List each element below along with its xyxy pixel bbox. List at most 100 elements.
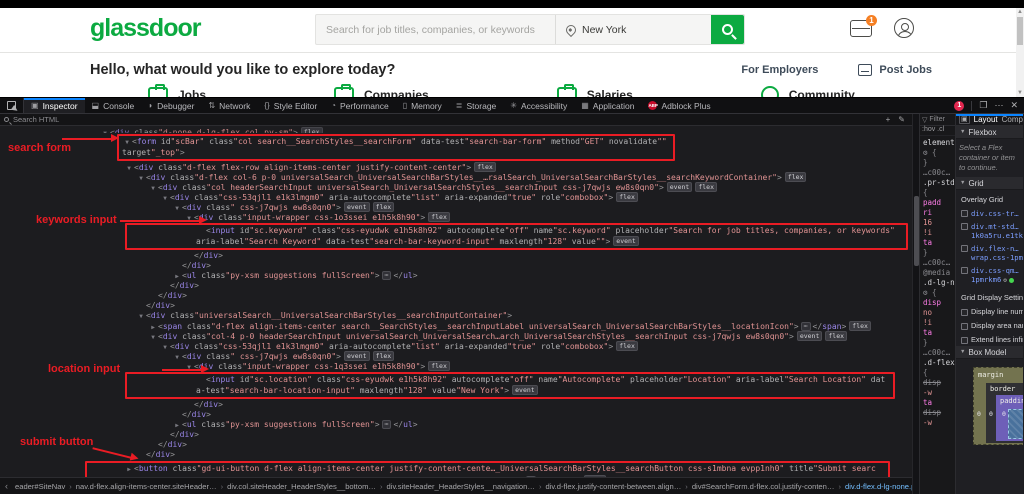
- event-badge[interactable]: event: [667, 182, 693, 192]
- close-tag-row[interactable]: </div>: [0, 261, 912, 271]
- devtools-tab-debugger[interactable]: ◗Debugger: [141, 98, 201, 113]
- element-row[interactable]: ▼<div class"d-none d-lg-flex col py-sm">…: [0, 127, 912, 133]
- close-tag-row[interactable]: </div>: [0, 301, 912, 311]
- grid-option[interactable]: Extend lines infinitely: [956, 332, 1023, 346]
- breadcrumb-item[interactable]: div.d-flex.justify-content-between.align…: [544, 482, 684, 491]
- overlay-grid-item[interactable]: div.flex-n…wrap.css-1pmr…: [956, 242, 1023, 264]
- devtools-tab-accessibility[interactable]: ✳Accessibility: [503, 98, 574, 113]
- close-tag-row[interactable]: </div>: [0, 430, 912, 440]
- flex-badge[interactable]: flex: [785, 172, 807, 182]
- error-count-badge[interactable]: 1: [954, 101, 964, 111]
- breadcrumb-item[interactable]: eader#SiteNav: [13, 482, 67, 491]
- page-scrollbar[interactable]: ▲ ▼: [1016, 8, 1024, 97]
- flex-badge[interactable]: flex: [616, 192, 638, 202]
- element-row[interactable]: ▼<div class"d-flex col-6 p-0 universalSe…: [0, 172, 912, 182]
- element-row[interactable]: ▼<div class"col-4 p-0 headerSearchInput …: [0, 331, 912, 341]
- checkbox[interactable]: [961, 337, 968, 344]
- flex-badge[interactable]: flex: [695, 182, 717, 192]
- devtools-tab-network[interactable]: ⇅Network: [201, 98, 257, 113]
- close-tag-row[interactable]: </div>: [0, 291, 912, 301]
- keyword-search-input[interactable]: Search for job titles, companies, or key…: [316, 15, 555, 44]
- checkbox[interactable]: [961, 245, 968, 252]
- box-model-padding[interactable]: paddin: [996, 395, 1023, 441]
- grid-option[interactable]: Display area names: [956, 318, 1023, 332]
- devtools-tab-console[interactable]: ⬓Console: [85, 98, 142, 113]
- breadcrumb-item[interactable]: div.d-flex.d-lg-none.pr-std: [843, 482, 912, 491]
- grid-color-swatch[interactable]: [1009, 278, 1014, 283]
- overlay-grid-item[interactable]: div.css-tr…: [956, 207, 1023, 220]
- grid-section-header[interactable]: ▼ Grid: [956, 177, 1023, 190]
- element-row[interactable]: ▶<span class"d-flex align-items-center s…: [0, 321, 912, 331]
- rules-filter-bar[interactable]: ▽ Filter: [920, 114, 955, 126]
- breadcrumb-item[interactable]: div#SearchForm.d-flex.col.justify-conten…: [690, 482, 837, 491]
- element-row[interactable]: ▼<div class"css-53qjl1 e1k3lmgm0" aria-a…: [0, 192, 912, 202]
- tab-computed[interactable]: Computed: [1002, 115, 1023, 124]
- rules-filter-input[interactable]: Filter: [929, 116, 945, 123]
- checkbox[interactable]: [961, 223, 968, 230]
- breadcrumb-item[interactable]: div.siteHeader_HeaderStyles__navigation…: [385, 482, 537, 491]
- collapsed-content-icon[interactable]: ⋯: [382, 271, 392, 280]
- element-row[interactable]: ▶<ul class"py-xsm suggestions fullScreen…: [0, 271, 912, 281]
- scroll-up-arrow[interactable]: ▲: [1016, 8, 1024, 16]
- devtools-tab-inspector[interactable]: ▣Inspector: [24, 98, 85, 113]
- flex-badge[interactable]: flex: [373, 202, 395, 212]
- box-model-content[interactable]: [1008, 409, 1023, 439]
- checkbox[interactable]: [961, 309, 968, 316]
- flexbox-section-header[interactable]: ▼ Flexbox: [956, 126, 1023, 139]
- tab-layout[interactable]: Layout: [974, 115, 998, 124]
- devtools-tab-memory[interactable]: ▯Memory: [396, 98, 449, 113]
- element-row[interactable]: ▼<div class"d-flex flex-row align-items-…: [0, 162, 912, 172]
- flex-badge[interactable]: flex: [616, 341, 638, 351]
- sidebar-toggle-icon[interactable]: ▣: [959, 115, 970, 124]
- grid-option[interactable]: Display line numbers: [956, 304, 1023, 318]
- close-tag-row[interactable]: </div>: [0, 410, 912, 420]
- markup-scrollbar-thumb[interactable]: [914, 196, 919, 266]
- breadcrumb-item[interactable]: div.col.siteHeader_HeaderStyles__bottom…: [225, 482, 378, 491]
- search-html-input[interactable]: Search HTML: [13, 115, 59, 124]
- markup-scrollbar[interactable]: [912, 114, 919, 494]
- devtools-tab-application[interactable]: ▦Application: [574, 98, 641, 113]
- element-row[interactable]: ▼<div class"css-53qjl1 e1k3lmgm0" aria-a…: [0, 341, 912, 351]
- element-row[interactable]: ▼<form id"scBar" class"col search__Searc…: [0, 134, 912, 161]
- flex-badge[interactable]: flex: [428, 212, 450, 222]
- post-jobs-link[interactable]: Post Jobs: [858, 64, 932, 76]
- for-employers-link[interactable]: For Employers: [741, 64, 818, 76]
- element-row[interactable]: <input id"sc.location" class"css-eyudwk …: [0, 372, 912, 399]
- eyedropper-icon[interactable]: ✎: [895, 115, 908, 124]
- rules-pseudo-toggles[interactable]: :hov .cl: [920, 126, 955, 136]
- box-model-margin[interactable]: margin border paddin 0 0 0: [973, 367, 1023, 445]
- glassdoor-logo[interactable]: glassdoor: [90, 14, 200, 43]
- collapsed-content-icon[interactable]: ⋯: [801, 322, 811, 331]
- breadcrumb-item[interactable]: nav.d-flex.align-items-center.siteHeader…: [74, 482, 219, 491]
- scroll-down-arrow[interactable]: ▼: [1016, 89, 1024, 97]
- breadcrumb-scroll-left[interactable]: ‹: [2, 481, 11, 491]
- element-row[interactable]: ▶<button class"gd-ui-button d-flex align…: [0, 461, 912, 477]
- overlay-grid-item[interactable]: div.css-qm…1pmrkm6⚙: [956, 264, 1023, 287]
- event-badge[interactable]: event: [344, 351, 370, 361]
- checkbox[interactable]: [961, 210, 968, 217]
- grid-settings-icon[interactable]: ⚙: [1003, 276, 1007, 285]
- responsive-mode-icon[interactable]: ❐: [979, 100, 987, 111]
- devtools-tab-style-editor[interactable]: {}Style Editor: [257, 98, 324, 113]
- element-row[interactable]: <input id"sc.keyword" class"css-eyudwk e…: [0, 223, 912, 250]
- close-tag-row[interactable]: </div>: [0, 440, 912, 450]
- add-node-icon[interactable]: +: [883, 115, 894, 124]
- flex-badge[interactable]: flex: [849, 321, 871, 331]
- close-tag-row[interactable]: </div>: [0, 281, 912, 291]
- meatball-menu-icon[interactable]: ⋯: [994, 100, 1003, 111]
- overlay-grid-item[interactable]: div.mt-std…1k0a5ru.e1tku…: [956, 220, 1023, 242]
- close-tag-row[interactable]: </div>: [0, 400, 912, 410]
- close-devtools-icon[interactable]: ✕: [1010, 100, 1018, 111]
- element-row[interactable]: ▼<div class"universalSearch__UniversalSe…: [0, 311, 912, 321]
- flex-badge[interactable]: flex: [373, 351, 395, 361]
- flex-badge[interactable]: flex: [428, 361, 450, 371]
- scrollbar-thumb[interactable]: [1017, 17, 1023, 45]
- element-row[interactable]: ▼<div class" css-j7qwjs ew8s0qn0">eventf…: [0, 202, 912, 212]
- event-badge[interactable]: event: [512, 385, 538, 395]
- event-badge[interactable]: event: [613, 236, 639, 246]
- flex-badge[interactable]: flex: [825, 331, 847, 341]
- devtools-tab-storage[interactable]: ≣Storage: [449, 98, 503, 113]
- devtools-tab-adblock-plus[interactable]: ABPAdblock Plus: [641, 98, 717, 113]
- event-badge[interactable]: event: [797, 331, 823, 341]
- flex-badge[interactable]: flex: [584, 475, 606, 477]
